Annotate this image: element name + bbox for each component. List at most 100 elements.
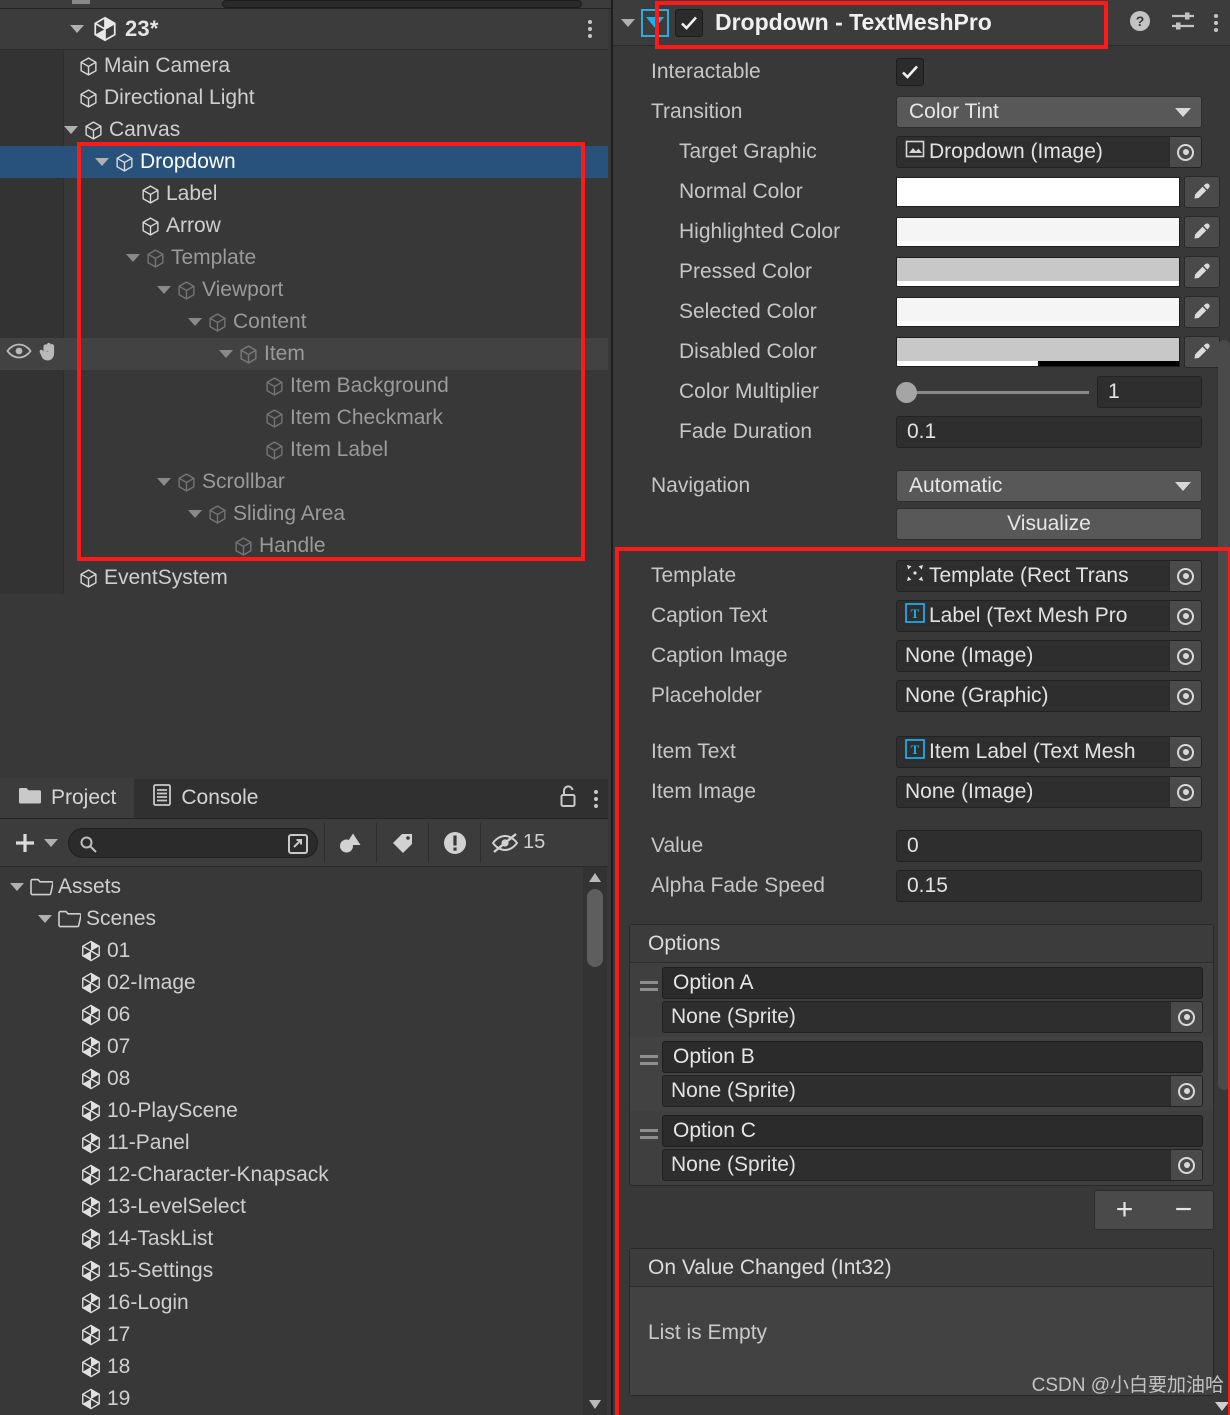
project-item[interactable]: Assets [0,871,608,903]
chevron-down-icon[interactable] [70,25,84,33]
chevron-down-icon[interactable] [188,318,202,326]
chevron-down-icon[interactable] [44,838,58,847]
hierarchy-item[interactable]: Dropdown [0,146,608,178]
project-search-box[interactable] [68,827,318,858]
object-field[interactable]: T Label (Text Mesh Pro [896,600,1202,632]
hierarchy-item[interactable]: Item Checkmark [0,402,608,434]
chevron-down-icon[interactable] [188,510,202,518]
drag-handle-icon[interactable] [636,1115,662,1139]
chevron-down-icon[interactable] [10,883,24,891]
chevron-down-icon[interactable] [38,915,52,923]
hidden-items-toggle[interactable]: 15 [481,819,553,867]
eyedropper-icon[interactable] [1184,296,1220,328]
hand-icon[interactable] [38,340,60,368]
add-option-button[interactable]: + [1116,1195,1134,1225]
hierarchy-item[interactable]: Canvas [0,114,608,146]
hierarchy-item[interactable]: Scrollbar [0,466,608,498]
object-picker-icon[interactable] [1169,681,1201,711]
hierarchy-item[interactable]: Template [0,242,608,274]
hierarchy-item[interactable]: Label [0,178,608,210]
object-picker-icon[interactable] [1169,137,1201,167]
project-item[interactable]: 08 [0,1063,608,1095]
object-picker-icon[interactable] [1169,641,1201,671]
color-swatch[interactable] [896,337,1180,367]
lock-icon[interactable] [558,785,578,814]
chevron-down-icon[interactable] [126,254,140,262]
color-multiplier-value[interactable]: 1 [1097,376,1202,408]
project-item[interactable]: 02-Image [0,967,608,999]
hierarchy-item[interactable]: Main Camera [0,50,608,82]
object-picker-icon[interactable] [1170,1002,1202,1032]
project-item[interactable]: 13-LevelSelect [0,1191,608,1223]
eyedropper-icon[interactable] [1184,256,1220,288]
color-multiplier-slider[interactable] [896,376,1097,408]
hierarchy-item[interactable]: Sliding Area [0,498,608,530]
filter-by-label-icon[interactable] [377,819,428,867]
eye-icon[interactable] [6,342,32,366]
object-field[interactable]: None (Image) [896,640,1202,672]
project-item[interactable]: 14-TaskList [0,1223,608,1255]
transition-dropdown[interactable]: Color Tint [896,96,1202,128]
project-item[interactable]: 11-Panel [0,1127,608,1159]
hierarchy-item[interactable]: Directional Light [0,82,608,114]
project-scrollbar-thumb[interactable] [587,889,603,967]
tab-console[interactable]: Console [134,778,276,818]
object-field[interactable]: None (Image) [896,776,1202,808]
object-picker-icon[interactable] [1169,601,1201,631]
visualize-button[interactable]: Visualize [896,508,1202,540]
option-text-input[interactable]: Option C [662,1115,1203,1147]
project-item[interactable]: Scenes [0,903,608,935]
color-swatch[interactable] [896,177,1180,207]
drag-handle-icon[interactable] [636,1041,662,1065]
tab-project[interactable]: Project [0,778,135,818]
project-item[interactable]: 07 [0,1031,608,1063]
chevron-down-icon[interactable] [157,286,171,294]
project-item[interactable]: 15-Settings [0,1255,608,1287]
error-filter-icon[interactable] [429,819,480,867]
fade-duration-input[interactable]: 0.1 [896,416,1202,448]
drag-handle-icon[interactable] [636,967,662,991]
chevron-down-icon[interactable] [621,18,635,27]
hierarchy-item[interactable]: Content [0,306,608,338]
object-picker-icon[interactable] [1169,777,1201,807]
component-header[interactable]: Dropdown - TextMeshPro ? [613,0,1230,46]
hierarchy-item[interactable]: Item Label [0,434,608,466]
hierarchy-item[interactable]: Viewport [0,274,608,306]
option-sprite-field[interactable]: None (Sprite) [662,1075,1203,1107]
remove-option-button[interactable]: − [1175,1195,1193,1225]
hierarchy-item[interactable]: Handle [0,530,608,562]
option-sprite-field[interactable]: None (Sprite) [662,1149,1203,1181]
inspector-scrollbar-thumb[interactable] [1218,340,1230,1090]
chevron-down-icon[interactable] [64,126,78,134]
color-swatch[interactable] [896,257,1180,287]
option-sprite-field[interactable]: None (Sprite) [662,1001,1203,1033]
scroll-down-icon[interactable] [589,1400,601,1409]
color-swatch[interactable] [896,217,1180,247]
project-item[interactable]: 06 [0,999,608,1031]
hierarchy-scene-header[interactable]: 23* [0,9,608,50]
component-foldout-highlight[interactable] [641,8,669,37]
eyedropper-icon[interactable] [1184,176,1220,208]
toolbar-search-pill[interactable] [222,0,582,8]
project-item[interactable]: 16-Login [0,1287,608,1319]
object-picker-icon[interactable] [1170,1076,1202,1106]
visibility-toggles[interactable] [6,340,60,368]
target-graphic-object-field[interactable]: Dropdown (Image) [896,136,1202,168]
scroll-down-icon[interactable] [1215,1402,1229,1411]
navigation-dropdown[interactable]: Automatic [896,470,1202,502]
search-input[interactable] [103,833,273,852]
eyedropper-icon[interactable] [1184,216,1220,248]
create-asset-button[interactable] [12,830,58,856]
hierarchy-menu-icon[interactable] [588,20,592,38]
eyedropper-icon[interactable] [1184,336,1220,368]
filter-by-type-icon[interactable] [325,819,376,867]
object-picker-icon[interactable] [1169,737,1201,767]
hierarchy-item[interactable]: Item [0,338,608,370]
project-item[interactable]: 10-PlayScene [0,1095,608,1127]
value-input[interactable]: 0 [896,830,1202,862]
component-enabled-checkbox[interactable] [675,8,703,37]
project-menu-icon[interactable] [594,790,598,808]
option-text-input[interactable]: Option B [662,1041,1203,1073]
hierarchy-item[interactable]: EventSystem [0,562,608,594]
hierarchy-item[interactable]: Arrow [0,210,608,242]
